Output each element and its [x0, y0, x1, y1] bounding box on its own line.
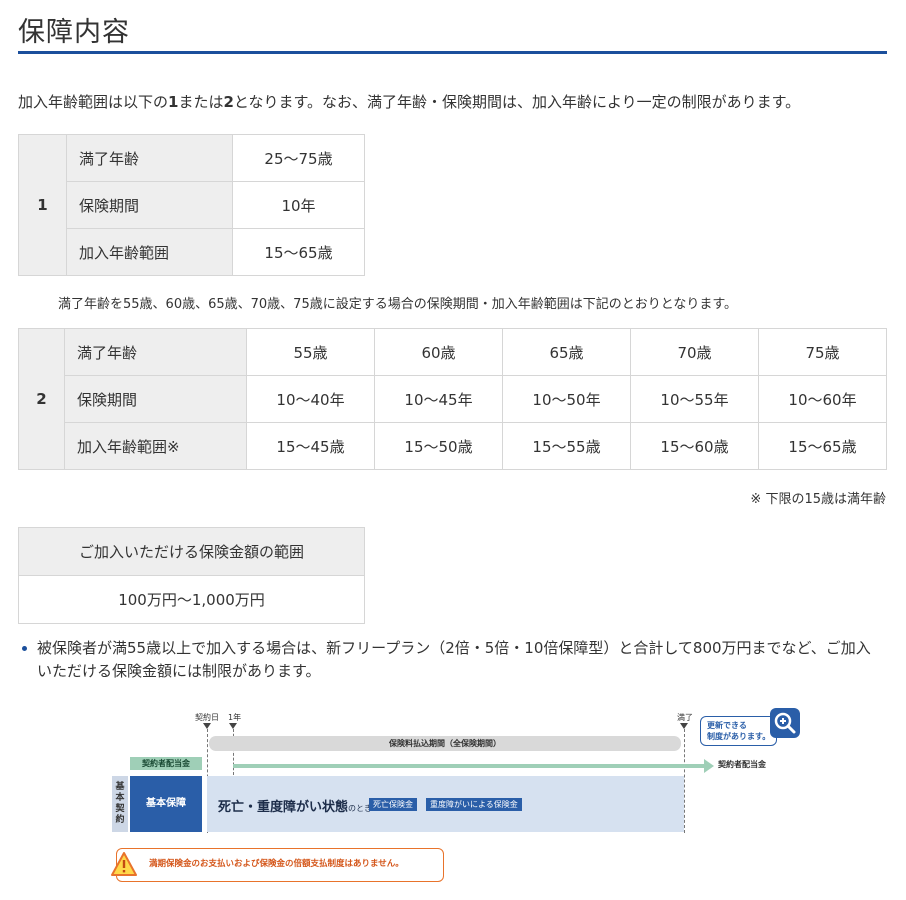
premium-period-bar: 保険料払込期間（全保険期間） — [209, 736, 681, 751]
renewal-bubble: 更新できる 制度があります。 — [700, 716, 778, 746]
row-value: 25〜75歳 — [232, 134, 365, 182]
table-row: 1 満了年齢 25〜75歳 — [18, 134, 365, 276]
coverage-diagram: 契約日 1年 満了 保険料払込期間（全保険期間） 更新できる 制度があります。 … — [108, 706, 808, 886]
table-row: ご加入いただける保険金額の範囲 — [18, 527, 365, 576]
plan-number: 2 — [18, 328, 65, 470]
cell-value: 15〜50歳 — [374, 422, 503, 470]
row-label: 満了年齢 — [64, 328, 247, 376]
one-year-label: 1年 — [228, 713, 242, 722]
contract-day-label: 契約日 — [195, 713, 219, 722]
basic-coverage-box: 基本保障 — [130, 776, 202, 832]
cell-value: 10〜40年 — [246, 375, 375, 423]
cell-value: 15〜60歳 — [630, 422, 759, 470]
cell-value: 60歳 — [374, 328, 503, 376]
dividend-line — [233, 764, 686, 768]
row-value: 15〜65歳 — [232, 228, 365, 276]
page-title: 保障内容 — [18, 17, 130, 48]
basic-contract-label: 基本契約 — [112, 776, 128, 832]
cell-value: 10〜60年 — [758, 375, 887, 423]
table-row: 100万円〜1,000万円 — [18, 575, 365, 624]
table-row: 加入年齢範囲※ 15〜45歳 15〜50歳 15〜55歳 15〜60歳 15〜6… — [19, 422, 887, 470]
cell-value: 55歳 — [246, 328, 375, 376]
warning-box: 満期保険金のお支払いおよび保険金の倍額支払制度はありません。 — [116, 848, 444, 882]
death-disability-text: 死亡・重度障がい状態のとき — [218, 796, 372, 815]
cell-value: 70歳 — [630, 328, 759, 376]
coverage-header: ご加入いただける保険金額の範囲 — [18, 527, 365, 576]
row-label: 加入年齢範囲※ — [64, 422, 247, 470]
table-row: 加入年齢範囲 15〜65歳 — [19, 228, 365, 276]
dividend-end-label: 契約者配当金 — [718, 760, 766, 769]
cell-value: 75歳 — [758, 328, 887, 376]
title-divider — [18, 51, 887, 54]
bullet-dot-icon — [22, 646, 27, 651]
plan1-table: 1 満了年齢 25〜75歳 保険期間 10年 加入年齢範囲 15〜65歳 — [18, 134, 365, 276]
table-row: 2 満了年齢 55歳 60歳 65歳 70歳 75歳 — [18, 328, 887, 470]
table-row: 保険期間 10〜40年 10〜45年 10〜50年 10〜55年 10〜60年 — [19, 375, 887, 423]
intro-num2: 2 — [223, 93, 234, 111]
row-label: 保険期間 — [64, 375, 247, 423]
dividend-tab: 契約者配当金 — [130, 757, 202, 770]
intro-num1: 1 — [168, 93, 179, 111]
warning-icon — [111, 852, 137, 876]
cell-value: 15〜55歳 — [502, 422, 631, 470]
age-footnote: ※ 下限の15歳は満年齢 — [750, 492, 886, 507]
maturity-tick — [684, 729, 685, 833]
limit-note-text: 被保険者が満55歳以上で加入する場合は、新フリープラン（2倍・5倍・10倍保障型… — [37, 639, 871, 680]
zoom-icon[interactable] — [770, 708, 800, 738]
intro-text: 加入年齢範囲は以下の1または2となります。なお、満了年齢・保険期間は、加入年齢に… — [18, 91, 800, 112]
row-value: 10年 — [232, 181, 365, 229]
row-label: 保険期間 — [66, 181, 233, 229]
plan2-table: 2 満了年齢 55歳 60歳 65歳 70歳 75歳 保険期間 10〜40年 1… — [18, 328, 887, 470]
row-label: 満了年齢 — [66, 134, 233, 182]
table-row: 保険期間 10年 — [19, 181, 365, 229]
coverage-amount-table: ご加入いただける保険金額の範囲 100万円〜1,000万円 — [18, 527, 365, 624]
renewal-line1: 更新できる — [707, 721, 747, 730]
death-disability-main: 死亡・重度障がい状態 — [218, 800, 349, 815]
dividend-arrow-icon — [686, 759, 714, 773]
maturity-label: 満了 — [677, 713, 693, 722]
cell-value: 15〜65歳 — [758, 422, 887, 470]
coverage-value: 100万円〜1,000万円 — [18, 575, 365, 624]
row-label: 加入年齢範囲 — [66, 228, 233, 276]
intro-part2: または — [178, 93, 224, 111]
cell-value: 65歳 — [502, 328, 631, 376]
disability-benefit-chip: 重度障がいによる保険金 — [426, 798, 522, 811]
renewal-line2: 制度があります。 — [707, 732, 771, 741]
death-benefit-chip: 死亡保険金 — [369, 798, 417, 811]
cell-value: 10〜45年 — [374, 375, 503, 423]
intro-part1: 加入年齢範囲は以下の — [18, 93, 169, 111]
cell-value: 10〜50年 — [502, 375, 631, 423]
limit-note: 被保険者が満55歳以上で加入する場合は、新フリープラン（2倍・5倍・10倍保障型… — [22, 637, 882, 683]
cell-value: 15〜45歳 — [246, 422, 375, 470]
plan-number: 1 — [18, 134, 67, 276]
warning-text: 満期保険金のお支払いおよび保険金の倍額支払制度はありません。 — [149, 859, 404, 869]
plan2-note: 満了年齢を55歳、60歳、65歳、70歳、75歳に設定する場合の保険期間・加入年… — [58, 297, 738, 312]
intro-part3: となります。なお、満了年齢・保険期間は、加入年齢により一定の制限があります。 — [233, 93, 801, 111]
magnifier-icon — [774, 712, 796, 734]
cell-value: 10〜55年 — [630, 375, 759, 423]
